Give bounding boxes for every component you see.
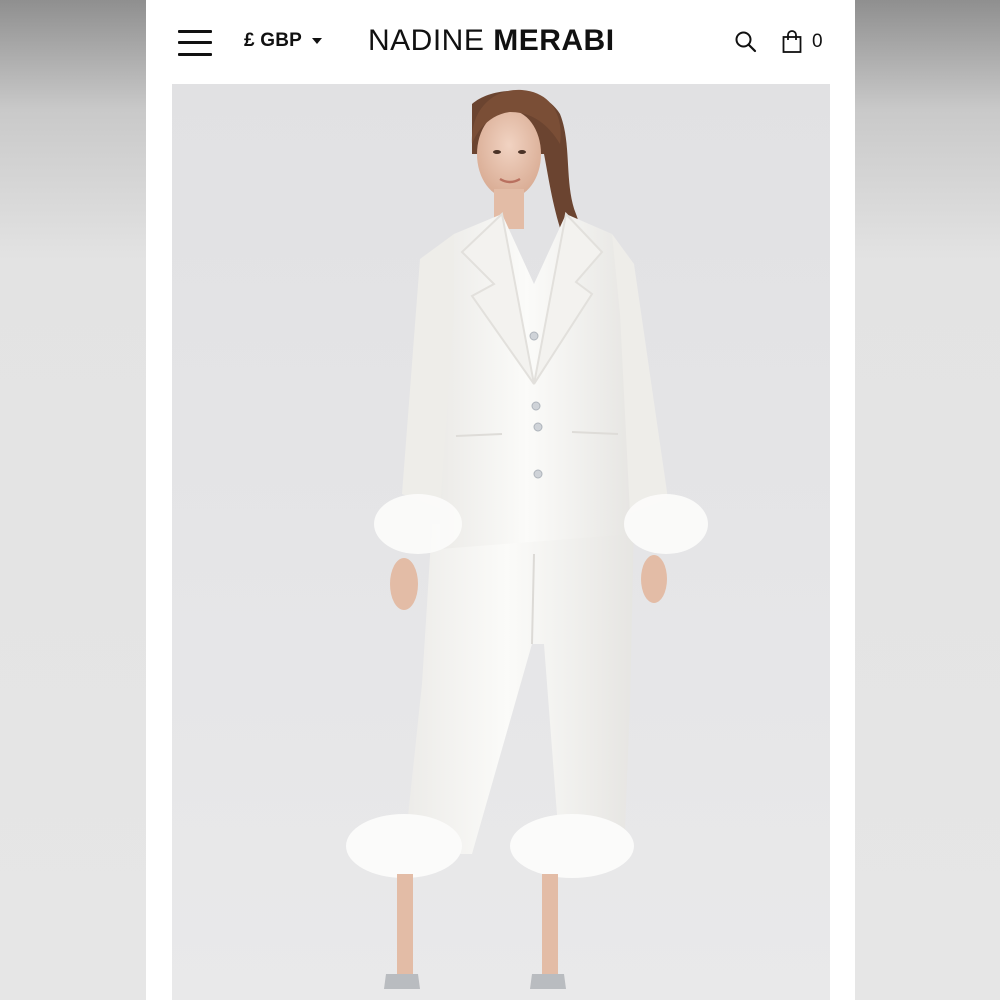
- model-illustration: [346, 89, 708, 989]
- hamburger-menu-icon: [178, 30, 212, 33]
- mobile-page: £ GBP NADINE MERABI 0: [146, 0, 855, 1000]
- currency-selector[interactable]: £ GBP: [244, 29, 323, 53]
- product-image[interactable]: [172, 84, 830, 1000]
- shopping-bag-icon: [782, 30, 802, 53]
- cart-button[interactable]: 0: [782, 29, 823, 55]
- menu-button[interactable]: [178, 28, 214, 58]
- search-button[interactable]: [734, 30, 758, 54]
- backdrop-left: [0, 0, 146, 1000]
- backdrop-right: [854, 0, 1000, 1000]
- brand-logo[interactable]: NADINE MERABI: [368, 24, 615, 60]
- cart-count: 0: [812, 31, 823, 52]
- brand-name-light: NADINE: [368, 24, 485, 57]
- site-header: £ GBP NADINE MERABI 0: [146, 0, 855, 84]
- chevron-down-icon: [312, 38, 323, 44]
- brand-name-bold: MERABI: [493, 24, 615, 57]
- search-icon: [735, 31, 757, 53]
- currency-label: £ GBP: [244, 30, 303, 51]
